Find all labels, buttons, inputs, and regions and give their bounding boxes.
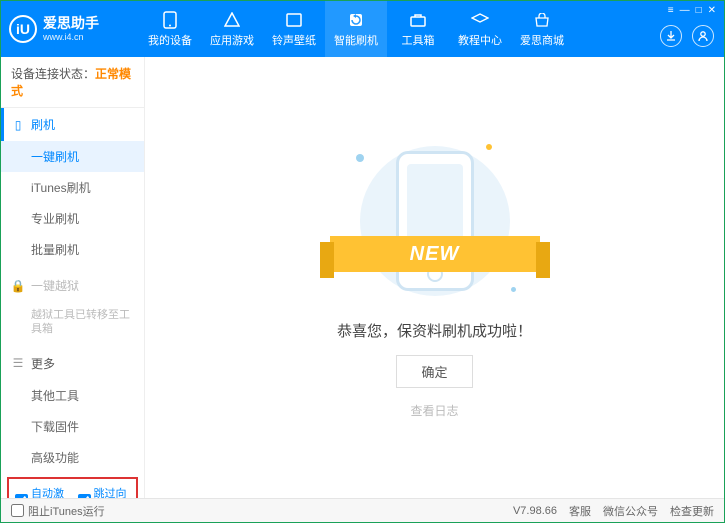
- nav-tutorials[interactable]: 教程中心: [449, 1, 511, 57]
- logo-icon: iU: [9, 15, 37, 43]
- sidebar-item-pro-flash[interactable]: 专业刷机: [1, 203, 144, 234]
- lock-icon: 🔒: [11, 279, 25, 293]
- nav-label: 我的设备: [148, 32, 192, 48]
- support-link[interactable]: 客服: [569, 503, 591, 519]
- jailbreak-note: 越狱工具已转移至工具箱: [1, 302, 144, 343]
- new-ribbon: NEW: [330, 236, 540, 272]
- status-bar: 阻止iTunes运行 V7.98.66 客服 微信公众号 检查更新: [1, 498, 724, 522]
- phone-icon: [161, 11, 179, 29]
- conn-label: 设备连接状态：: [11, 67, 95, 81]
- options-box: 自动激活 跳过向导: [7, 477, 138, 498]
- nav-flash[interactable]: 智能刷机: [325, 1, 387, 57]
- window-controls: ≡ — □ ✕: [668, 5, 716, 16]
- block-itunes-checkbox[interactable]: 阻止iTunes运行: [11, 503, 105, 519]
- apps-icon: [223, 11, 241, 29]
- success-illustration: NEW: [350, 136, 520, 306]
- block-itunes-label: 阻止iTunes运行: [28, 503, 105, 519]
- nav-toolbox[interactable]: 工具箱: [387, 1, 449, 57]
- grad-cap-icon: [471, 11, 489, 29]
- success-message: 恭喜您，保资料刷机成功啦！: [337, 320, 532, 341]
- nav-label: 智能刷机: [334, 32, 378, 48]
- nav-ringtones[interactable]: 铃声壁纸: [263, 1, 325, 57]
- account-button[interactable]: [692, 25, 714, 47]
- view-log-link[interactable]: 查看日志: [410, 402, 458, 419]
- connection-status: 设备连接状态：正常模式: [1, 57, 144, 108]
- top-nav: 我的设备 应用游戏 铃声壁纸 智能刷机 工具箱 教程中心 爱思商城: [139, 1, 573, 57]
- sidebar-item-advanced[interactable]: 高级功能: [1, 442, 144, 473]
- nav-my-device[interactable]: 我的设备: [139, 1, 201, 57]
- nav-label: 应用游戏: [210, 32, 254, 48]
- nav-store[interactable]: 爱思商城: [511, 1, 573, 57]
- app-header: iU 爱思助手 www.i4.cn 我的设备 应用游戏 铃声壁纸 智能刷机 工具…: [1, 1, 724, 57]
- check-label: 自动激活: [31, 485, 68, 498]
- ok-button[interactable]: 确定: [396, 355, 472, 388]
- minimize-icon[interactable]: —: [680, 5, 690, 16]
- menu-icon[interactable]: ≡: [668, 5, 674, 16]
- app-url: www.i4.cn: [43, 32, 99, 43]
- toolbox-icon: [409, 11, 427, 29]
- app-name: 爱思助手: [43, 15, 99, 32]
- maximize-icon[interactable]: □: [696, 5, 702, 16]
- version-label: V7.98.66: [513, 505, 557, 517]
- nav-label: 工具箱: [402, 32, 435, 48]
- group-flash[interactable]: ▯ 刷机: [1, 108, 144, 141]
- group-label: 更多: [31, 355, 55, 372]
- group-label: 一键越狱: [31, 277, 79, 294]
- sidebar: 设备连接状态：正常模式 ▯ 刷机 一键刷机 iTunes刷机 专业刷机 批量刷机…: [1, 57, 145, 498]
- list-icon: ☰: [11, 356, 25, 370]
- nav-label: 爱思商城: [520, 32, 564, 48]
- app-logo: iU 爱思助手 www.i4.cn: [9, 15, 139, 43]
- wechat-link[interactable]: 微信公众号: [603, 503, 658, 519]
- phone-icon: ▯: [11, 118, 25, 132]
- group-label: 刷机: [31, 116, 55, 133]
- check-label: 跳过向导: [94, 485, 131, 498]
- group-more[interactable]: ☰ 更多: [1, 347, 144, 380]
- sidebar-item-other-tools[interactable]: 其他工具: [1, 380, 144, 411]
- sidebar-item-oneclick-flash[interactable]: 一键刷机: [1, 141, 144, 172]
- refresh-icon: [347, 11, 365, 29]
- download-button[interactable]: [660, 25, 682, 47]
- nav-apps[interactable]: 应用游戏: [201, 1, 263, 57]
- auto-activate-checkbox[interactable]: 自动激活: [15, 485, 68, 498]
- nav-label: 铃声壁纸: [272, 32, 316, 48]
- skip-setup-checkbox[interactable]: 跳过向导: [78, 485, 131, 498]
- group-jailbreak[interactable]: 🔒 一键越狱: [1, 269, 144, 302]
- close-icon[interactable]: ✕: [708, 5, 716, 16]
- nav-label: 教程中心: [458, 32, 502, 48]
- sidebar-item-itunes-flash[interactable]: iTunes刷机: [1, 172, 144, 203]
- sidebar-item-download-firmware[interactable]: 下载固件: [1, 411, 144, 442]
- sidebar-item-batch-flash[interactable]: 批量刷机: [1, 234, 144, 265]
- store-icon: [533, 11, 551, 29]
- check-update-link[interactable]: 检查更新: [670, 503, 714, 519]
- main-content: NEW 恭喜您，保资料刷机成功啦！ 确定 查看日志: [145, 57, 724, 498]
- wallpaper-icon: [285, 11, 303, 29]
